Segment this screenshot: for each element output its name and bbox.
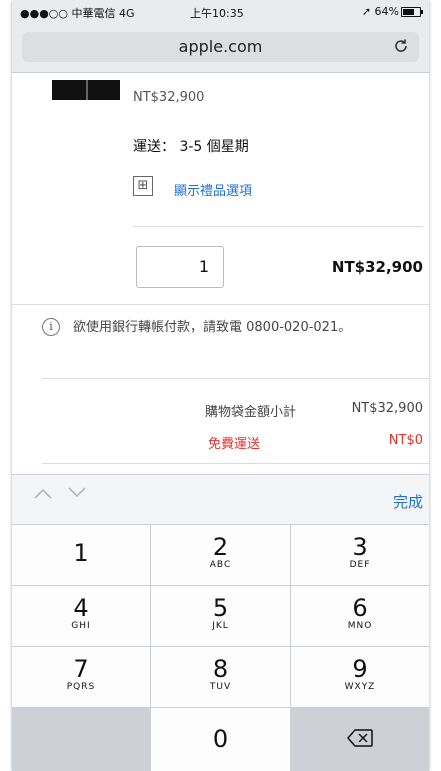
keyboard-accessory-bar: 完成 bbox=[12, 474, 429, 525]
key-letters: MNO bbox=[347, 621, 373, 631]
reload-icon[interactable] bbox=[393, 38, 409, 58]
key-digit: 1 bbox=[73, 539, 89, 567]
key-5[interactable]: 5 JKL bbox=[151, 586, 290, 646]
battery-label: 64% bbox=[374, 5, 399, 18]
key-9[interactable]: 9 WXYZ bbox=[291, 647, 429, 707]
previous-field-icon[interactable] bbox=[34, 487, 52, 503]
status-time: 上午10:35 bbox=[190, 7, 244, 20]
key-letters: TUV bbox=[209, 682, 232, 692]
key-digit: 2 bbox=[212, 533, 229, 561]
status-bar: ●●●○○ 中華電信 4G 上午10:35 ➚ 64% bbox=[12, 0, 429, 22]
key-6[interactable]: 6 MNO bbox=[291, 586, 429, 646]
quantity-field[interactable]: 1 bbox=[136, 246, 224, 288]
key-letters: PQRS bbox=[66, 682, 96, 692]
address-bar: apple.com bbox=[12, 22, 429, 73]
gift-options-link[interactable]: 顯示禮品選項 bbox=[174, 180, 252, 199]
key-4[interactable]: 4 GHI bbox=[12, 586, 150, 646]
key-letters: DEF bbox=[349, 560, 371, 570]
divider bbox=[42, 463, 429, 464]
key-digit: 8 bbox=[212, 655, 229, 683]
divider bbox=[42, 378, 429, 379]
divider bbox=[12, 304, 429, 305]
key-letters: JKL bbox=[212, 621, 229, 631]
key-7[interactable]: 7 PQRS bbox=[12, 647, 150, 707]
key-digit: 9 bbox=[352, 655, 368, 683]
divider bbox=[133, 226, 423, 227]
bank-transfer-note: 欲使用銀行轉帳付款，請致電 0800-020-021。 bbox=[73, 320, 352, 335]
info-icon: i bbox=[42, 318, 60, 336]
key-8[interactable]: 8 TUV bbox=[151, 647, 290, 707]
key-letters: ABC bbox=[209, 560, 232, 570]
shipping-estimate: 運送： 3-5 個星期 bbox=[133, 139, 249, 155]
subtotal-label: 購物袋金額小計 bbox=[204, 405, 296, 420]
item-price: NT$32,900 bbox=[133, 90, 205, 105]
key-3[interactable]: 3 DEF bbox=[291, 525, 429, 585]
backspace-icon bbox=[347, 728, 373, 751]
battery-percent: ➚ 64% bbox=[361, 5, 399, 18]
blank-key bbox=[12, 708, 150, 771]
key-letters: WXYZ bbox=[344, 682, 376, 692]
key-letters: GHI bbox=[71, 621, 91, 631]
url-field[interactable]: apple.com bbox=[22, 32, 419, 62]
numeric-keypad: 1 2 ABC 3 DEF 4 GHI 5 JKL 6 MNO 7 PQRS 8… bbox=[12, 524, 429, 771]
battery-icon bbox=[401, 7, 423, 17]
key-digit: 6 bbox=[352, 594, 368, 622]
next-field-icon[interactable] bbox=[68, 487, 86, 503]
gift-icon[interactable]: ⊞ bbox=[133, 176, 153, 196]
key-1[interactable]: 1 bbox=[12, 525, 150, 585]
key-digit: 5 bbox=[212, 594, 229, 622]
free-shipping-value: NT$0 bbox=[388, 433, 423, 448]
carrier-signal: ●●●○○ 中華電信 4G bbox=[20, 7, 135, 20]
key-digit: 4 bbox=[73, 594, 89, 622]
key-digit: 3 bbox=[352, 533, 368, 561]
key-2[interactable]: 2 ABC bbox=[151, 525, 290, 585]
product-thumbnail bbox=[52, 80, 120, 100]
key-digit: 0 bbox=[212, 725, 229, 753]
key-0[interactable]: 0 bbox=[151, 708, 290, 771]
done-button[interactable]: 完成 bbox=[393, 491, 423, 512]
key-digit: 7 bbox=[73, 655, 89, 683]
free-shipping-label: 免費運送 bbox=[207, 437, 260, 452]
line-total: NT$32,900 bbox=[331, 258, 423, 276]
phone-screen: ●●●○○ 中華電信 4G 上午10:35 ➚ 64% apple.com NT… bbox=[12, 0, 429, 771]
subtotal-value: NT$32,900 bbox=[351, 401, 423, 416]
delete-key[interactable] bbox=[291, 708, 429, 771]
